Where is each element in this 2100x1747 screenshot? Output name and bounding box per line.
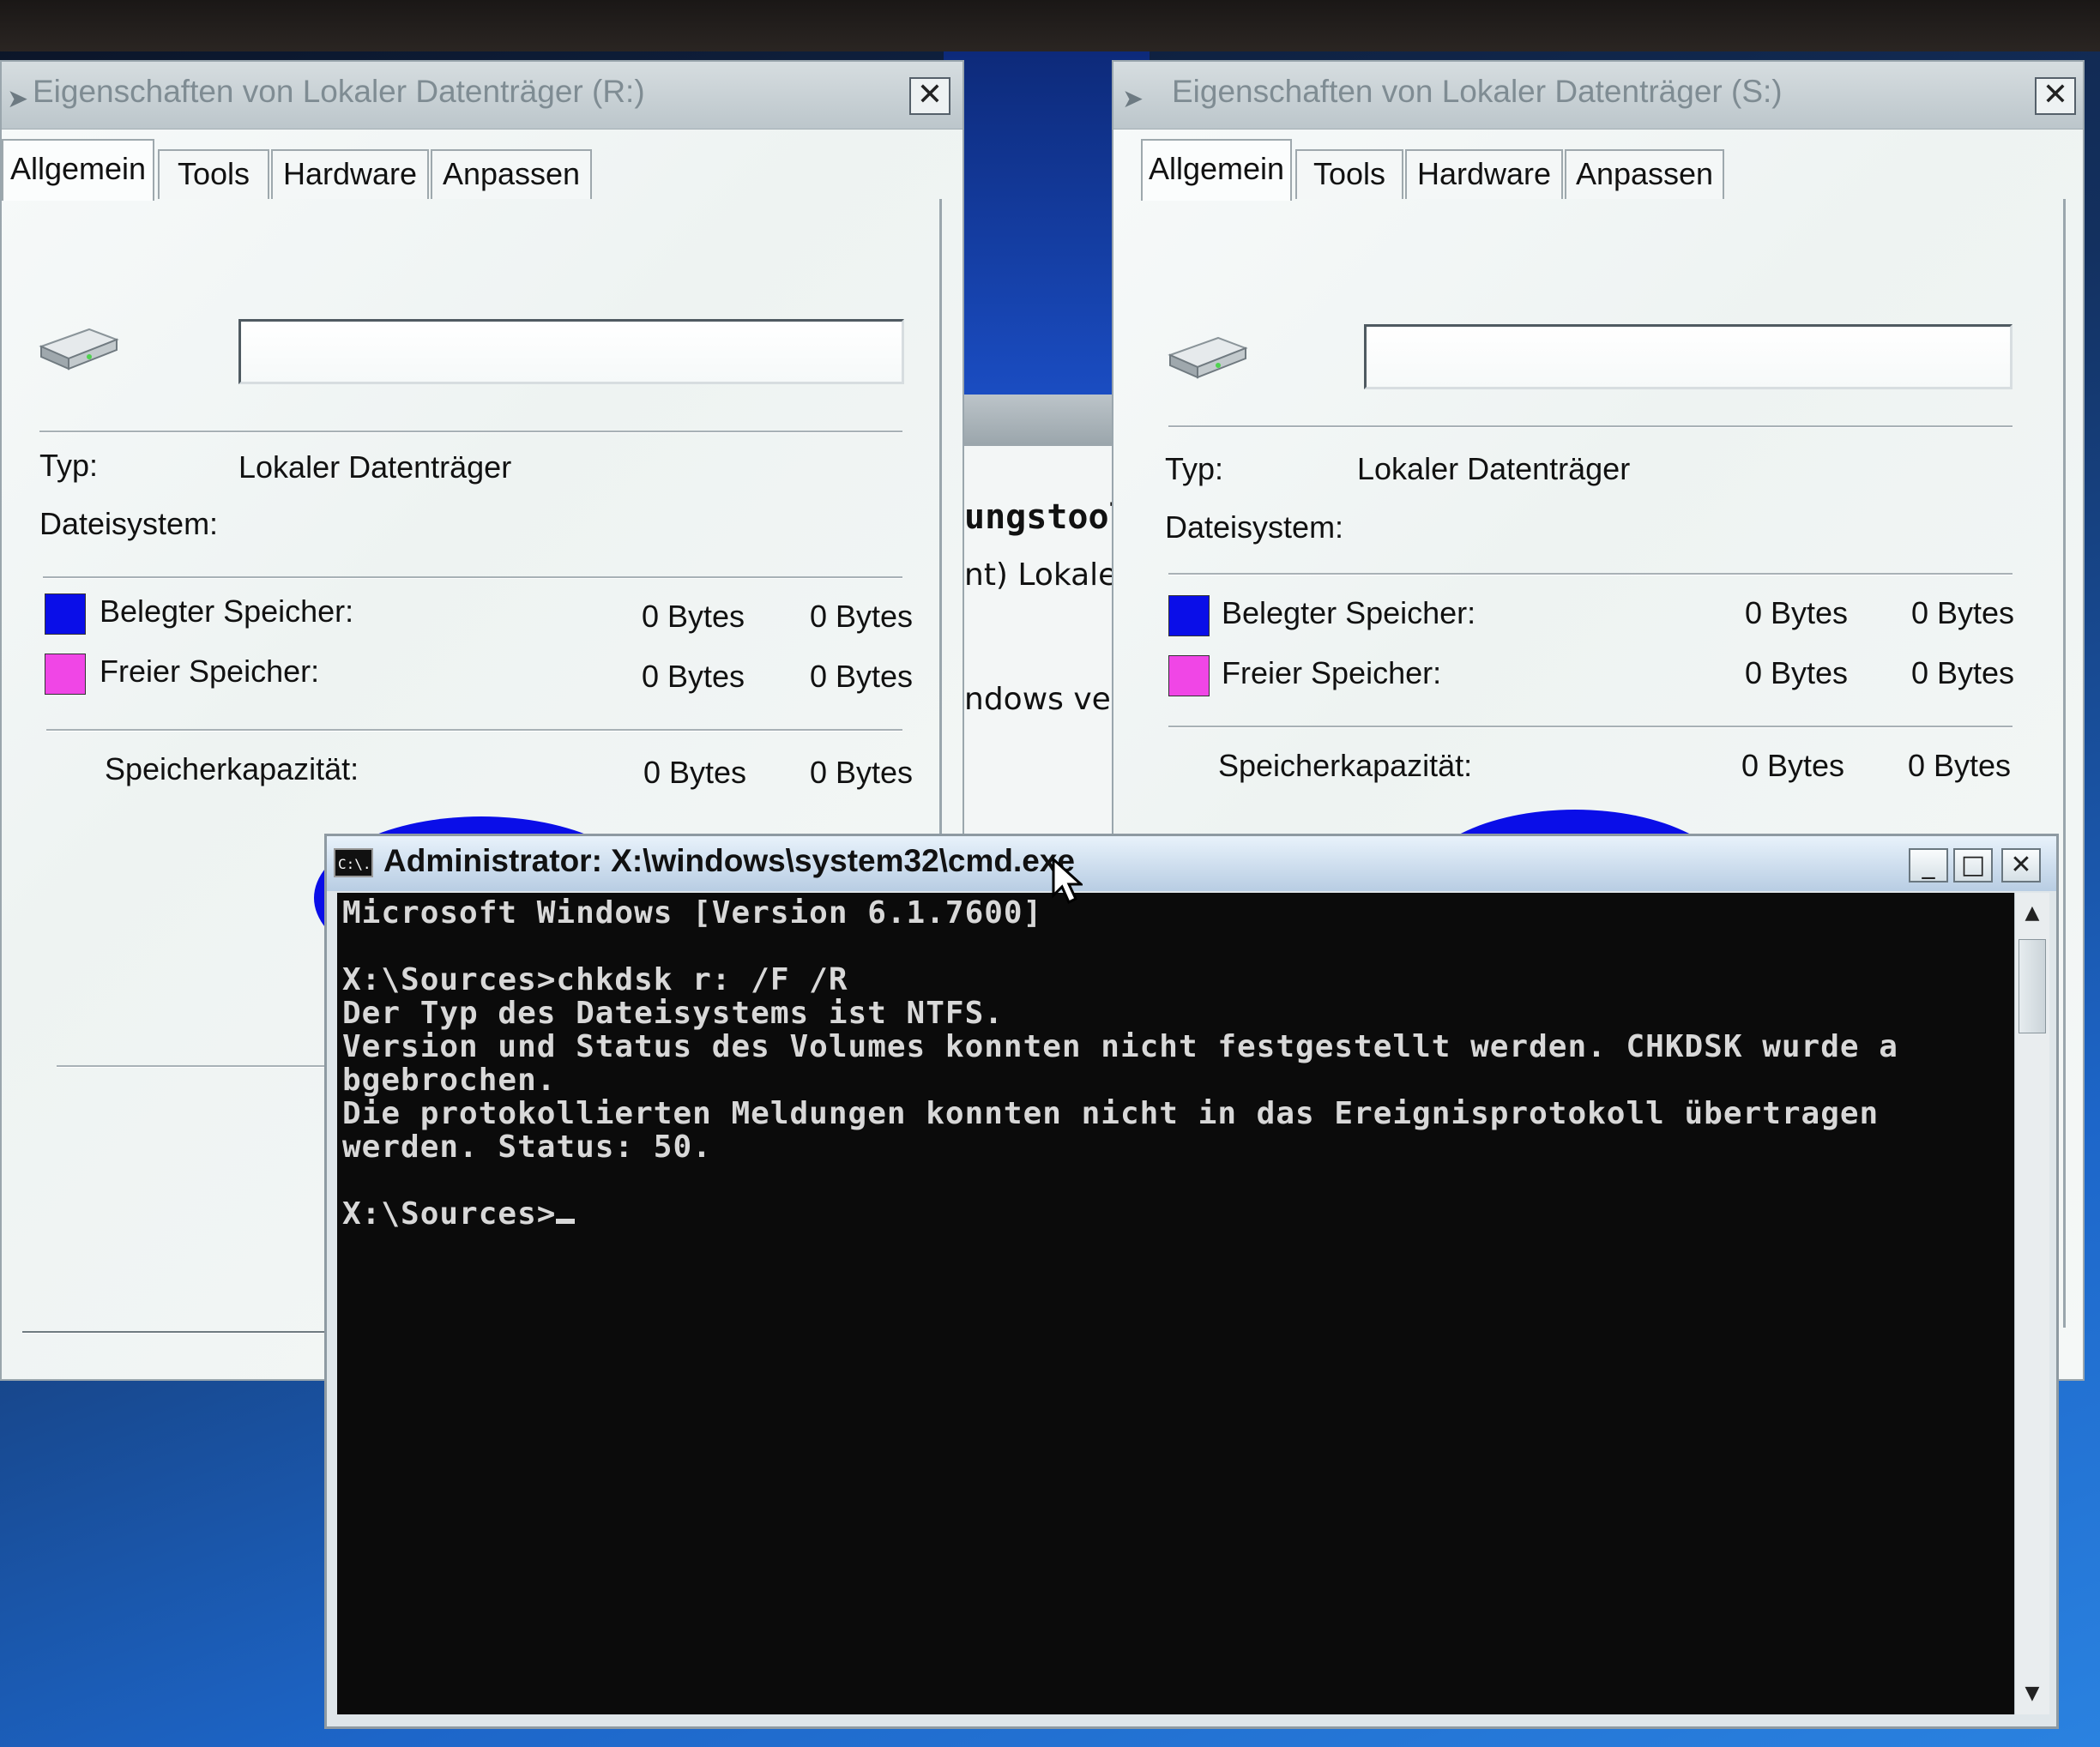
- used-space-size: 0 Bytes: [810, 599, 914, 634]
- used-space-label: Belegter Speicher:: [100, 593, 354, 629]
- tab-anpassen[interactable]: Anpassen: [431, 149, 592, 199]
- dialog-titlebar[interactable]: ➤ Eigenschaften von Lokaler Datenträger …: [1113, 62, 2083, 130]
- separator: [46, 729, 902, 732]
- used-space-swatch: [1168, 595, 1210, 636]
- scroll-down-arrow-icon[interactable]: ▼: [2019, 1678, 2046, 1709]
- close-icon: ✕: [916, 77, 944, 112]
- tab-allgemein[interactable]: Allgemein: [2, 139, 154, 201]
- close-button[interactable]: ✕: [909, 77, 950, 115]
- console-line: X:\Sources>chkdsk r: /F /R: [342, 962, 848, 997]
- capacity-bytes: 0 Bytes: [643, 755, 747, 790]
- console-output[interactable]: Microsoft Windows [Version 6.1.7600] X:\…: [337, 893, 2015, 1714]
- tab-tools[interactable]: Tools: [1295, 149, 1403, 199]
- separator: [1168, 425, 2012, 428]
- background-window-text: nt) Lokaler: [964, 557, 1131, 593]
- tab-hardware[interactable]: Hardware: [271, 149, 429, 199]
- type-value: Lokaler Datenträger: [1357, 451, 1631, 486]
- capacity-label: Speicherkapazität:: [105, 751, 359, 786]
- close-icon: ✕: [2042, 77, 2069, 112]
- hard-drive-icon: [1168, 336, 1248, 379]
- dialog-titlebar[interactable]: ➤ Eigenschaften von Lokaler Datenträger …: [2, 62, 962, 130]
- monitor-bezel: [0, 0, 2100, 51]
- free-space-swatch: [1168, 655, 1210, 696]
- dialog-title: Eigenschaften von Lokaler Datenträger (R…: [33, 74, 645, 109]
- free-space-bytes: 0 Bytes: [1745, 655, 1849, 690]
- separator: [1168, 726, 2012, 728]
- volume-name-input[interactable]: [238, 319, 904, 384]
- separator: [43, 576, 902, 579]
- tab-tools[interactable]: Tools: [158, 149, 269, 199]
- cmd-app-icon[interactable]: C:\.: [334, 848, 373, 877]
- text-cursor: [556, 1219, 576, 1224]
- panel-bottom-edge: [22, 1331, 331, 1334]
- close-button[interactable]: ✕: [2001, 848, 2041, 883]
- minimize-button[interactable]: _: [1909, 848, 1948, 883]
- drive-icon: ➤: [7, 84, 29, 114]
- console-prompt: X:\Sources>: [342, 1196, 557, 1232]
- mouse-pointer-icon: [1052, 858, 1083, 904]
- console-line: werden. Status: 50.: [342, 1130, 712, 1165]
- free-space-label: Freier Speicher:: [100, 654, 320, 689]
- hard-drive-icon: [39, 328, 119, 370]
- scrollbar-thumb[interactable]: [2019, 939, 2046, 1033]
- capacity-bytes: 0 Bytes: [1741, 748, 1845, 783]
- separator: [1168, 573, 2012, 575]
- close-icon: ✕: [2010, 850, 2032, 880]
- capacity-size: 0 Bytes: [1908, 748, 2012, 783]
- vertical-scrollbar[interactable]: ▲ ▼: [2014, 893, 2049, 1714]
- console-line: Die protokollierten Meldungen konnten ni…: [342, 1096, 1880, 1131]
- tab-anpassen[interactable]: Anpassen: [1565, 149, 1724, 199]
- type-value: Lokaler Datenträger: [238, 449, 512, 485]
- type-label: Typ:: [1165, 451, 1224, 486]
- console-prompt-line[interactable]: X:\Sources>: [342, 1196, 576, 1232]
- free-space-bytes: 0 Bytes: [642, 659, 745, 694]
- free-space-swatch: [45, 654, 86, 695]
- cmd-window-title: Administrator: X:\windows\system32\cmd.e…: [383, 843, 1076, 878]
- background-window-text: ndows verl: [964, 682, 1132, 717]
- type-label: Typ:: [39, 448, 99, 483]
- maximize-button[interactable]: □: [1953, 848, 1993, 883]
- used-space-bytes: 0 Bytes: [1745, 595, 1849, 630]
- separator: [39, 431, 902, 433]
- separator: [57, 1065, 331, 1068]
- close-button[interactable]: ✕: [2035, 77, 2076, 115]
- free-space-size: 0 Bytes: [1911, 655, 2015, 690]
- used-space-swatch: [45, 593, 86, 635]
- used-space-label: Belegter Speicher:: [1222, 595, 1476, 630]
- drive-icon: ➤: [1122, 84, 1144, 114]
- free-space-size: 0 Bytes: [810, 659, 914, 694]
- background-window-heading: ungstool: [964, 497, 1130, 537]
- capacity-size: 0 Bytes: [810, 755, 914, 790]
- dialog-title: Eigenschaften von Lokaler Datenträger (S…: [1172, 74, 1783, 109]
- console-line: Version und Status des Volumes konnten n…: [342, 1029, 1898, 1064]
- free-space-label: Freier Speicher:: [1222, 655, 1442, 690]
- used-space-size: 0 Bytes: [1911, 595, 2015, 630]
- capacity-label: Speicherkapazität:: [1218, 748, 1473, 783]
- filesystem-label: Dateisystem:: [39, 506, 219, 541]
- tab-hardware[interactable]: Hardware: [1405, 149, 1563, 199]
- scroll-up-arrow-icon[interactable]: ▲: [2019, 898, 2046, 929]
- volume-name-input[interactable]: [1364, 324, 2012, 389]
- console-line: Microsoft Windows [Version 6.1.7600]: [342, 895, 1043, 931]
- console-line: bgebrochen.: [342, 1063, 557, 1098]
- tab-allgemein[interactable]: Allgemein: [1141, 139, 1292, 201]
- console-line: Der Typ des Dateisystems ist NTFS.: [342, 996, 1004, 1031]
- cmd-titlebar[interactable]: C:\. Administrator: X:\windows\system32\…: [327, 836, 2056, 891]
- cmd-window[interactable]: C:\. Administrator: X:\windows\system32\…: [324, 834, 2059, 1729]
- filesystem-label: Dateisystem:: [1165, 509, 1344, 545]
- used-space-bytes: 0 Bytes: [642, 599, 745, 634]
